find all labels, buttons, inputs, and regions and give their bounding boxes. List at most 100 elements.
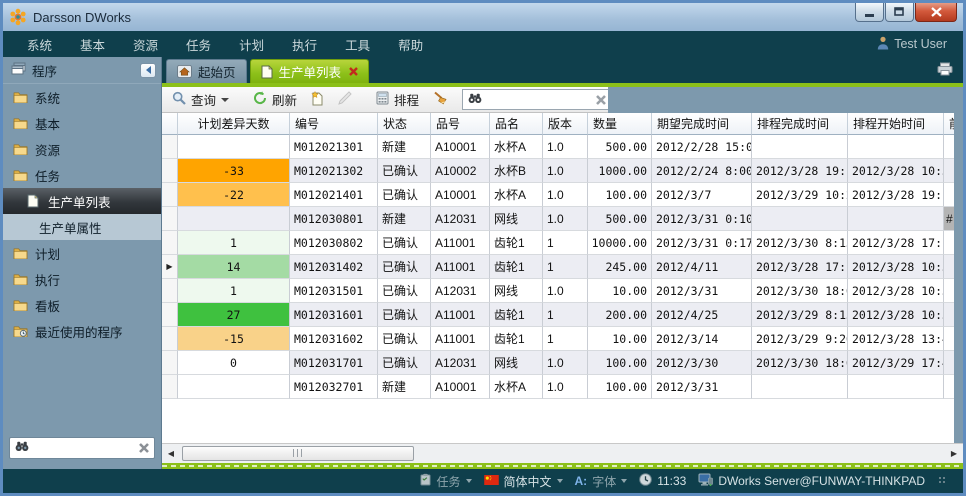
column-header-diff[interactable]: 计划差异天数 (178, 113, 290, 135)
clean-button[interactable] (427, 88, 454, 111)
cell-diff (178, 375, 290, 399)
column-header-status[interactable]: 状态 (378, 113, 431, 135)
menu-item-5[interactable]: 计划 (225, 31, 278, 58)
column-header-end[interactable]: 排程完成时间 (752, 113, 848, 135)
table-row[interactable]: -22M012021401已确认A10001水杯A1.0100.002012/3… (162, 183, 954, 207)
scroll-right-icon[interactable]: ▶ (947, 449, 961, 458)
column-header-part[interactable]: 品号 (431, 113, 490, 135)
table-row[interactable]: 1M012031501已确认A12031网线1.010.002012/3/312… (162, 279, 954, 303)
close-tab-icon[interactable] (349, 67, 358, 76)
column-header-extra[interactable]: 前 (944, 113, 954, 135)
sidebar-item-执行[interactable]: 执行 (3, 266, 161, 292)
schedule-button[interactable]: 排程 (370, 87, 425, 112)
cell-extra (944, 159, 954, 183)
language-menu[interactable]: 简体中文 (484, 473, 563, 490)
menu-item-4[interactable]: 任务 (172, 31, 225, 58)
cell-end (752, 207, 848, 231)
sidebar-item-系统[interactable]: 系统 (3, 84, 161, 110)
column-header-ver[interactable]: 版本 (543, 113, 588, 135)
row-selector-cell[interactable]: ▶ (162, 255, 178, 279)
scrollbar-thumb[interactable] (182, 446, 414, 461)
cell-qty: 245.00 (588, 255, 652, 279)
resize-grip[interactable] (939, 477, 947, 485)
cell-name: 水杯A (490, 135, 543, 159)
row-selector-cell[interactable] (162, 183, 178, 207)
table-row[interactable]: M012030801新建A12031网线1.0500.002012/3/31 0… (162, 207, 954, 231)
cell-ver: 1 (543, 303, 588, 327)
column-header-start[interactable]: 排程开始时间 (848, 113, 944, 135)
column-header-due[interactable]: 期望完成时间 (652, 113, 752, 135)
table-row[interactable]: 0M012031701已确认A12031网线1.0100.002012/3/30… (162, 351, 954, 375)
sidebar-item-label: 基本 (35, 114, 60, 133)
row-selector-cell[interactable] (162, 303, 178, 327)
menu-item-7[interactable]: 工具 (331, 31, 384, 58)
table-row[interactable]: ▶14M012031402已确认A11001齿轮11245.002012/4/1… (162, 255, 954, 279)
new-button[interactable] (305, 88, 330, 112)
sidebar-item-资源[interactable]: 资源 (3, 136, 161, 162)
row-selector-cell[interactable] (162, 351, 178, 375)
cell-end: 2012/3/28 19:10 (752, 159, 848, 183)
cell-qty: 1000.00 (588, 159, 652, 183)
sidebar-item-计划[interactable]: 计划 (3, 240, 161, 266)
table-row[interactable]: -33M012021302已确认A10002水杯B1.01000.002012/… (162, 159, 954, 183)
refresh-label: 刷新 (272, 90, 297, 109)
tab-production-order-list[interactable]: 生产单列表 (250, 59, 370, 83)
query-button[interactable]: 查询 (166, 87, 235, 112)
tabstrip: 起始页 生产单列表 (162, 57, 963, 83)
close-button[interactable] (915, 3, 957, 22)
row-selector-cell[interactable] (162, 231, 178, 255)
collapse-sidebar-button[interactable] (140, 63, 156, 78)
row-selector-cell[interactable] (162, 375, 178, 399)
menu-item-8[interactable]: 帮助 (384, 31, 437, 58)
clear-icon[interactable] (596, 95, 606, 105)
menu-item-6[interactable]: 执行 (278, 31, 331, 58)
printer-icon[interactable] (937, 62, 953, 81)
sidebar-item-最近使用的程序[interactable]: 最近使用的程序 (3, 318, 161, 344)
edit-button[interactable] (332, 88, 358, 111)
maximize-button[interactable] (885, 3, 914, 22)
menu-item-2[interactable]: 基本 (66, 31, 119, 58)
table-row[interactable]: 27M012031601已确认A11001齿轮11200.002012/4/25… (162, 303, 954, 327)
sidebar-item-生产单列表[interactable]: 生产单列表 (3, 188, 161, 214)
font-menu[interactable]: A: 字体 (575, 473, 628, 490)
refresh-button[interactable]: 刷新 (247, 87, 303, 112)
row-selector-cell[interactable] (162, 159, 178, 183)
sidebar-search-input[interactable] (33, 441, 135, 455)
sidebar-item-任务[interactable]: 任务 (3, 162, 161, 188)
table-row[interactable]: -15M012031602已确认A11001齿轮1110.002012/3/14… (162, 327, 954, 351)
minimize-button[interactable] (855, 3, 884, 22)
row-selector-cell[interactable] (162, 207, 178, 231)
table-row[interactable]: 1M012030802已确认A11001齿轮1110000.002012/3/3… (162, 231, 954, 255)
sidebar-item-label: 系统 (35, 88, 60, 107)
table-row[interactable]: M012021301新建A10001水杯A1.0500.002012/2/28 … (162, 135, 954, 159)
row-selector-cell[interactable] (162, 279, 178, 303)
folder-icon (12, 299, 28, 311)
sidebar-item-生产单属性[interactable]: 生产单属性 (3, 214, 161, 240)
task-menu[interactable]: 任务 (420, 473, 471, 490)
table-row[interactable]: M012032701新建A10001水杯A1.0100.002012/3/31 (162, 375, 954, 399)
row-selector-cell[interactable] (162, 135, 178, 159)
cell-start: 2012/3/28 10:52 (848, 279, 944, 303)
menu-item-3[interactable]: 资源 (119, 31, 172, 58)
scroll-left-icon[interactable]: ◀ (164, 449, 178, 458)
user-area[interactable]: Test User (877, 36, 953, 53)
horizontal-scrollbar[interactable]: ◀ ▶ (162, 443, 963, 463)
cell-diff: -22 (178, 183, 290, 207)
folder-icon (12, 273, 28, 285)
table-search-input[interactable] (487, 93, 591, 107)
column-header-qty[interactable]: 数量 (588, 113, 652, 135)
cell-qty: 500.00 (588, 207, 652, 231)
sidebar-item-看板[interactable]: 看板 (3, 292, 161, 318)
app-window: Darsson DWorks 系统基本资源任务计划执行工具帮助 Test Use… (0, 0, 966, 496)
scrollbar-track[interactable] (178, 446, 947, 462)
tab-home[interactable]: 起始页 (166, 59, 247, 83)
menu-item-1[interactable]: 系统 (13, 31, 66, 58)
column-header-name[interactable]: 品名 (490, 113, 543, 135)
row-selector-cell[interactable] (162, 327, 178, 351)
cell-status: 已确认 (378, 303, 431, 327)
sidebar-item-基本[interactable]: 基本 (3, 110, 161, 136)
clear-icon[interactable] (139, 443, 149, 453)
cell-due: 2012/3/31 (652, 375, 752, 399)
cell-ver: 1.0 (543, 159, 588, 183)
column-header-code[interactable]: 编号 (290, 113, 378, 135)
